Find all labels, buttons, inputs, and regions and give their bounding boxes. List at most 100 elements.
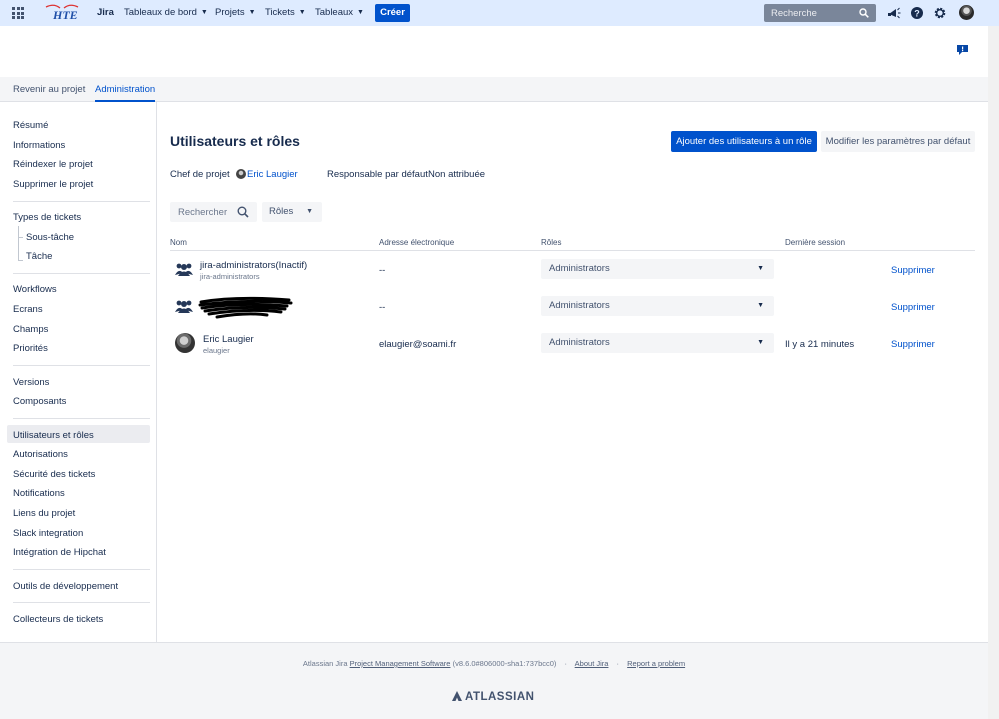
roles-filter-dropdown[interactable]: Rôles ▼ [262, 202, 322, 222]
sidebar-item-issue-types[interactable]: Types de tickets [13, 212, 81, 223]
delete-link[interactable]: Supprimer [891, 302, 935, 313]
sidebar-divider [13, 418, 150, 419]
sidebar-item-versions[interactable]: Versions [13, 377, 49, 388]
table-row-username: jira-administrators [200, 272, 260, 281]
row-roles-select[interactable]: Administrators ▼ [541, 333, 774, 353]
roles-filter-label: Rôles [269, 206, 294, 217]
group-icon [175, 300, 193, 313]
column-header-roles: Rôles [541, 238, 562, 247]
tree-connector [18, 226, 19, 261]
top-navigation-bar: HTE Jira Tableaux de bord ▼ Projets ▼ Tick… [0, 0, 999, 26]
chevron-down-icon: ▼ [298, 9, 306, 16]
nav-dashboards[interactable]: Tableaux de bord ▼ [124, 0, 208, 26]
chevron-down-icon: ▼ [357, 9, 364, 16]
table-row-email: elaugier@soami.fr [379, 339, 457, 350]
search-icon [237, 206, 249, 218]
user-filter-input[interactable] [170, 202, 232, 222]
table-row-email: -- [379, 265, 386, 276]
nav-issues[interactable]: Tickets ▼ [265, 0, 306, 26]
feedback-icon[interactable] [957, 45, 968, 55]
page-scrollbar[interactable] [988, 26, 999, 719]
nav-boards[interactable]: Tableaux ▼ [315, 0, 364, 26]
jira-home-link[interactable]: Jira [97, 0, 114, 26]
project-lead-label: Chef de projet [170, 169, 230, 180]
column-header-email: Adresse électronique [379, 238, 455, 247]
delete-link[interactable]: Supprimer [891, 339, 935, 350]
tree-connector [18, 237, 23, 238]
settings-icon[interactable] [933, 6, 947, 20]
row-roles-value: Administrators [549, 337, 610, 348]
footer-report-link[interactable]: Report a problem [627, 659, 685, 668]
footer-pms-link[interactable]: Project Management Software [350, 659, 451, 668]
sidebar-item-subtask[interactable]: Sous-tâche [26, 232, 74, 243]
sidebar-item-reindex[interactable]: Réindexer le projet [13, 159, 93, 170]
footer-about-link[interactable]: About Jira [575, 659, 609, 668]
sidebar-item-delete-project[interactable]: Supprimer le projet [13, 179, 93, 190]
row-roles-value: Administrators [549, 263, 610, 274]
nav-issues-label: Tickets [265, 7, 295, 18]
global-search[interactable] [764, 4, 876, 22]
global-search-input[interactable] [764, 4, 850, 22]
sidebar-item-fields[interactable]: Champs [13, 324, 48, 335]
table-row-name: Eric Laugier [203, 334, 254, 345]
notifications-icon[interactable] [887, 6, 901, 20]
sidebar-item-workflows[interactable]: Workflows [13, 284, 57, 295]
nav-projects[interactable]: Projets ▼ [215, 0, 256, 26]
tab-administration[interactable]: Administration [95, 77, 156, 102]
table-row-last-session: Il y a 21 minutes [785, 339, 855, 350]
table-header-divider [170, 250, 975, 251]
table-row-email: -- [379, 302, 386, 313]
sidebar-item-details[interactable]: Informations [13, 140, 65, 151]
chevron-down-icon: ▼ [757, 302, 764, 309]
nav-boards-label: Tableaux [315, 7, 354, 18]
chevron-down-icon: ▼ [200, 9, 208, 16]
sidebar-item-components[interactable]: Composants [13, 396, 66, 407]
edit-defaults-button[interactable]: Modifier les paramètres par défaut [821, 131, 975, 152]
project-subnav: Revenir au projet Administration [0, 77, 988, 102]
project-lead-link[interactable]: Eric Laugier [247, 169, 298, 180]
app-switcher-icon[interactable] [12, 7, 24, 19]
sidebar-item-task[interactable]: Tâche [26, 251, 52, 262]
user-avatar[interactable] [959, 5, 974, 20]
nav-projects-label: Projets [215, 7, 245, 18]
table-row-name: jira-administrators(Inactif) [200, 260, 308, 271]
atlassian-wordmark: ATLASSIAN [465, 691, 535, 703]
atlassian-logo[interactable]: ATLASSIAN [452, 691, 534, 703]
user-filter-search[interactable] [170, 202, 257, 222]
footer-separator: · [564, 659, 568, 668]
create-button[interactable]: Créer [375, 4, 410, 22]
table-row-username: elaugier [203, 346, 230, 355]
project-lead-avatar [236, 169, 246, 179]
page-title: Utilisateurs et rôles [170, 133, 300, 149]
sidebar-divider [13, 201, 150, 202]
sidebar-item-priorities[interactable]: Priorités [13, 343, 48, 354]
chevron-down-icon: ▼ [757, 339, 764, 346]
redacted-scribble [198, 296, 293, 319]
row-roles-select[interactable]: Administrators ▼ [541, 296, 774, 316]
column-header-last-session: Dernière session [785, 238, 846, 247]
add-users-to-role-button[interactable]: Ajouter des utilisateurs à un rôle [671, 131, 817, 152]
footer-version: (v8.6.0#806000-sha1:737bcc0) [452, 659, 557, 668]
footer-separator: · [616, 659, 620, 668]
sidebar-divider [13, 365, 150, 366]
page-footer: Atlassian Jira Project Management Softwa… [0, 642, 988, 719]
sidebar-item-summary[interactable]: Résumé [13, 120, 48, 131]
svg-text:?: ? [914, 9, 920, 19]
row-roles-select[interactable]: Administrators ▼ [541, 259, 774, 279]
help-icon[interactable]: ? [910, 6, 924, 20]
sidebar-item-screens[interactable]: Ecrans [13, 304, 43, 315]
tab-back-to-project[interactable]: Revenir au projet [13, 77, 85, 102]
tree-connector [18, 260, 23, 261]
default-assignee-value: Non attribuée [428, 169, 486, 180]
company-logo[interactable]: HTE [44, 3, 80, 23]
chevron-down-icon: ▼ [757, 265, 764, 272]
chevron-down-icon: ▼ [306, 208, 313, 215]
search-icon [859, 8, 869, 18]
delete-link[interactable]: Supprimer [891, 265, 935, 276]
sidebar-selected-highlight [7, 425, 150, 443]
avatar [175, 333, 195, 353]
admin-sidebar: Résumé Informations Réindexer le projet … [0, 102, 157, 642]
nav-dashboards-label: Tableaux de bord [124, 7, 197, 18]
group-icon [175, 263, 193, 276]
atlassian-icon [452, 691, 462, 701]
